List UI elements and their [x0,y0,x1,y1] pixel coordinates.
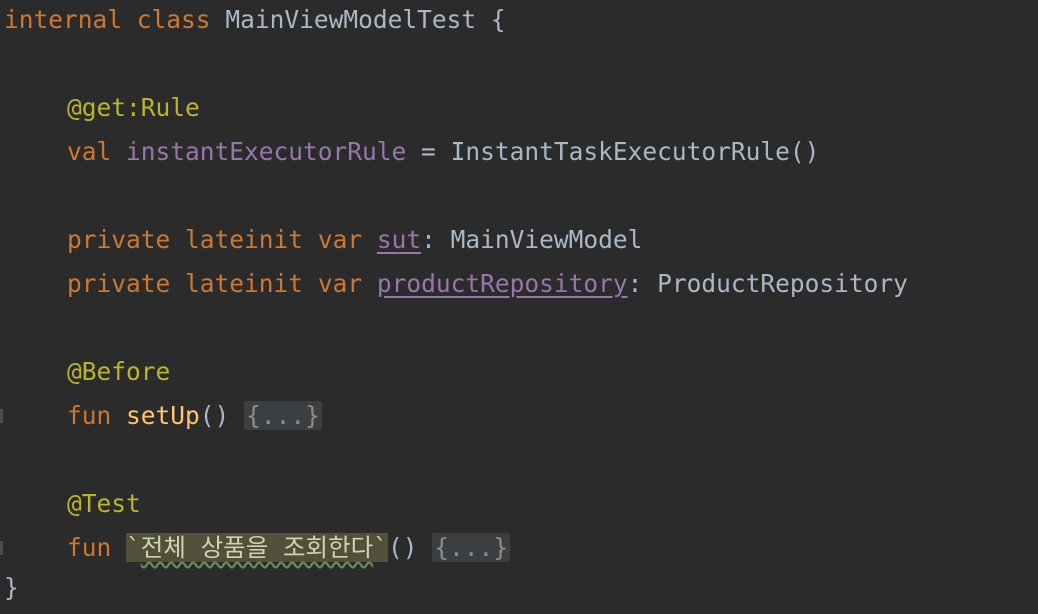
class-name: MainViewModelTest [225,5,477,34]
folded-code-block[interactable]: {...} [244,401,322,430]
keyword-internal: internal [4,5,123,34]
code-line-sut-property[interactable]: private lateinit var sut: MainViewModel [67,220,642,260]
property-sut: sut [376,225,422,254]
code-line-test-annotation[interactable]: @Test [67,484,141,524]
property-instant-executor-rule: instantExecutorRule [126,137,407,166]
assign-operator: = [406,137,451,166]
test-parens: () [387,533,418,562]
keyword-var: var [317,269,363,298]
code-line-rule-annotation[interactable]: @get:Rule [67,88,200,128]
folded-code-block[interactable]: {...} [432,533,510,562]
function-name-korean: 전체 상품을 조회한다 [140,533,374,562]
annotation-before: @Before [67,357,171,386]
code-line-class-declaration[interactable]: internal class MainViewModelTest { [4,0,506,40]
close-brace: } [4,573,19,602]
code-line-rule-property[interactable]: val instantExecutorRule = InstantTaskExe… [67,132,819,172]
repository-type: : ProductRepository [627,269,908,298]
keyword-lateinit: lateinit [185,269,304,298]
backtick-open: ` [126,533,141,562]
code-line-before-annotation[interactable]: @Before [67,352,170,392]
test-function-name-highlight: `전체 상품을 조회한다` [126,533,388,562]
code-line-repository-property[interactable]: private lateinit var productRepository: … [67,264,908,304]
fold-gutter-marker[interactable] [0,409,3,423]
code-line-close-brace[interactable]: } [4,568,19,608]
function-name-setup: setUp [126,401,200,430]
keyword-private: private [67,269,171,298]
code-line-test-function[interactable]: fun `전체 상품을 조회한다`() {...} [67,528,510,568]
backtick-close: ` [373,533,388,562]
code-line-setup-function[interactable]: fun setUp() {...} [67,396,322,436]
keyword-fun: fun [67,401,112,430]
keyword-val: val [67,137,112,166]
keyword-var: var [317,225,363,254]
keyword-private: private [67,225,171,254]
sut-type: : MainViewModel [421,225,643,254]
rule-constructor-call: InstantTaskExecutorRule() [450,137,820,166]
open-brace: { [490,5,506,34]
keyword-fun: fun [67,533,112,562]
code-editor[interactable]: internal class MainViewModelTest { @get:… [0,0,1038,614]
setup-parens: () [199,401,230,430]
fold-gutter-marker[interactable] [0,541,3,555]
annotation-test: @Test [67,489,141,518]
keyword-lateinit: lateinit [185,225,304,254]
annotation-get-rule: @get:Rule [67,93,200,122]
keyword-class: class [136,5,211,34]
property-product-repository: productRepository [376,269,628,298]
